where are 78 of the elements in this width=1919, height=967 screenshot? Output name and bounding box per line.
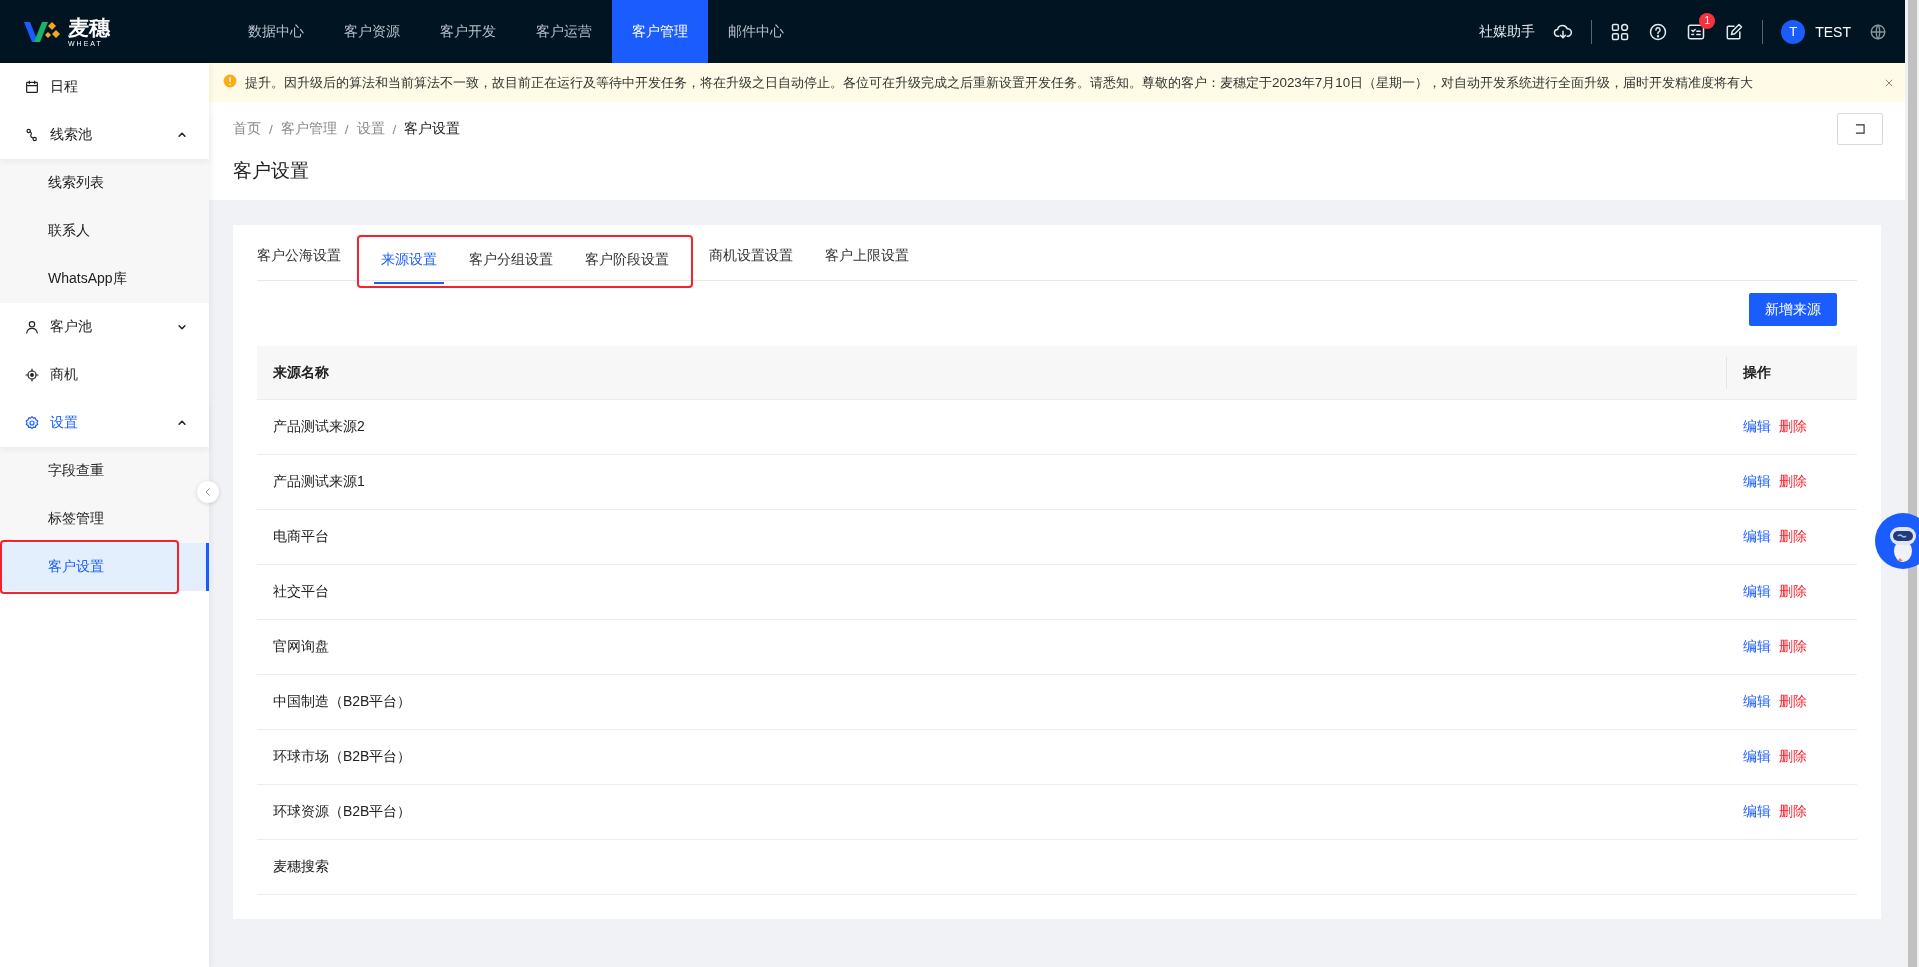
table-cell-text: 产品测试来源1 — [272, 473, 366, 491]
tab[interactable]: 商机设置设置 — [693, 231, 809, 280]
tab[interactable]: 客户上限设置 — [809, 231, 925, 280]
delete-link[interactable]: 删除 — [1779, 693, 1807, 711]
page-title: 客户设置 — [233, 159, 310, 183]
delete-link[interactable]: 删除 — [1779, 748, 1807, 766]
delete-link[interactable]: 删除 — [1779, 418, 1807, 436]
delete-link[interactable]: 删除 — [1779, 528, 1807, 546]
notice-text: 提升。因升级后的算法和当前算法不一致，故目前正在运行及等待中开发任务，将在升级之日自动停止。各位可在升级完成之后重新设置开发任务。请悉知。尊敬的客户：麦穗定于2023年7月10日（星期一），对自动开发系统进行全面升级，届时开发精准度将有大 — [245, 73, 1755, 92]
table-cell-text: 社交平台 — [272, 583, 330, 601]
column-header: 来源名称 — [272, 363, 330, 382]
nav-tab[interactable]: 数据中心 — [228, 0, 324, 63]
submenu-item[interactable]: 联系人 — [0, 207, 209, 255]
notification-badge: 1 — [1699, 12, 1716, 29]
edit-link[interactable]: 编辑 — [1743, 473, 1771, 491]
edit-link[interactable]: 编辑 — [1743, 638, 1771, 656]
edit-link[interactable]: 编辑 — [1743, 748, 1771, 766]
bracket-icon — [1853, 122, 1867, 136]
target-icon — [24, 367, 40, 383]
globe-icon[interactable] — [1869, 22, 1887, 41]
submenu-item[interactable]: 线索列表 — [0, 159, 209, 207]
edit-link[interactable]: 编辑 — [1743, 528, 1771, 546]
breadcrumb-separator: / — [344, 121, 349, 137]
scrollbar[interactable] — [1905, 0, 1919, 967]
submenu-item[interactable]: 标签管理 — [0, 495, 209, 543]
submenu-item[interactable]: WhatsApp库 — [0, 255, 209, 303]
user-name[interactable]: TEST — [1815, 23, 1851, 40]
person-icon — [24, 319, 40, 335]
table-cell-text: 环球资源（B2B平台） — [272, 803, 413, 821]
breadcrumb-separator: / — [269, 121, 273, 137]
table-cell-text: 麦穗搜索 — [272, 858, 330, 876]
add-source-button[interactable]: 新增来源 — [1749, 293, 1837, 326]
tab[interactable]: 来源设置 — [365, 231, 453, 288]
table-cell-text: 电商平台 — [272, 528, 330, 546]
delete-link[interactable]: 删除 — [1779, 473, 1807, 491]
column-header: 操作 — [1742, 363, 1772, 382]
submenu-item[interactable]: 客户设置 — [0, 543, 209, 591]
nav-tab[interactable]: 客户管理 — [612, 0, 708, 63]
nav-tab[interactable]: 客户开发 — [420, 0, 516, 63]
delete-link[interactable]: 删除 — [1779, 583, 1807, 601]
settings-icon — [24, 415, 40, 431]
nodes-icon — [24, 127, 40, 143]
table-cell-text: 环球市场（B2B平台） — [272, 748, 413, 766]
nav-tab[interactable]: 客户运营 — [516, 0, 612, 63]
nav-tab[interactable]: 邮件中心 — [708, 0, 804, 63]
user-avatar[interactable]: T — [1781, 19, 1806, 44]
sidebar-item[interactable]: 设置 — [0, 399, 209, 447]
breadcrumb-current: 客户设置 — [404, 120, 461, 138]
nav-tab[interactable]: 客户资源 — [324, 0, 420, 63]
tab[interactable]: 客户公海设置 — [257, 231, 357, 280]
sidebar-item[interactable]: 线索池 — [0, 111, 209, 159]
breadcrumb-link[interactable]: 客户管理 — [280, 120, 337, 138]
breadcrumb-separator: / — [392, 121, 397, 137]
help-icon[interactable] — [1648, 21, 1669, 42]
delete-link[interactable]: 删除 — [1779, 803, 1807, 821]
sidebar-item[interactable]: 商机 — [0, 351, 209, 399]
table-cell-text: 中国制造（B2B平台） — [272, 693, 413, 711]
assistant-link[interactable]: 社媒助手 — [1479, 22, 1536, 41]
sidebar-item[interactable]: 客户池 — [0, 303, 209, 351]
table-cell-text: 产品测试来源2 — [272, 418, 366, 436]
submenu-item[interactable]: 字段查重 — [0, 447, 209, 495]
sidebar-item[interactable]: 日程 — [0, 63, 209, 111]
tab[interactable]: 客户分组设置 — [453, 231, 569, 288]
exit-button[interactable] — [1837, 113, 1883, 145]
delete-link[interactable]: 删除 — [1779, 638, 1807, 656]
breadcrumb-link[interactable]: 设置 — [356, 120, 385, 138]
apps-icon[interactable] — [1610, 21, 1631, 42]
edit-link[interactable]: 编辑 — [1743, 583, 1771, 601]
breadcrumb-link[interactable]: 首页 — [233, 120, 261, 138]
brand-name: 麦穗 — [68, 16, 110, 38]
edit-link[interactable]: 编辑 — [1743, 803, 1771, 821]
assistant-robot-button[interactable] — [1875, 513, 1919, 569]
edit-link[interactable]: 编辑 — [1743, 418, 1771, 436]
edit-icon[interactable] — [1724, 21, 1745, 42]
tab[interactable]: 客户阶段设置 — [569, 231, 685, 288]
edit-link[interactable]: 编辑 — [1743, 693, 1771, 711]
table-cell-text: 官网询盘 — [272, 638, 330, 656]
calendar-icon — [24, 79, 40, 95]
